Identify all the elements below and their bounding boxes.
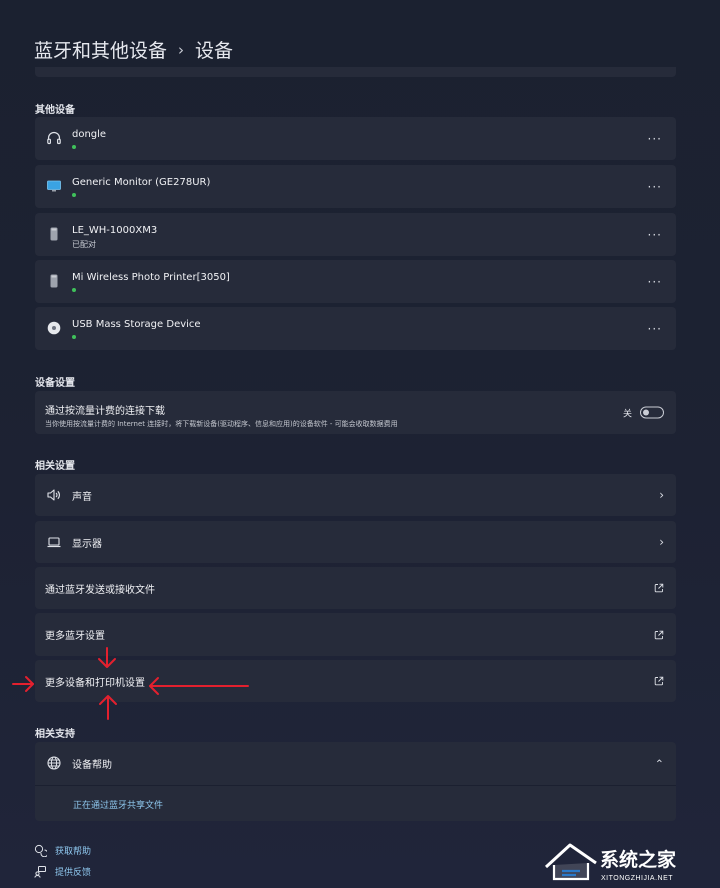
support-links-panel: 正在通过蓝牙共享文件 — [35, 786, 676, 821]
external-link-icon — [654, 583, 664, 593]
related-display[interactable]: 显示器 › — [35, 521, 676, 563]
usb-drive-icon — [45, 319, 63, 337]
status-dot — [72, 145, 76, 149]
watermark-house-icon — [544, 843, 597, 881]
speaker-icon — [45, 486, 63, 504]
toggle-knob — [643, 409, 649, 416]
arrow-left-icon — [149, 677, 249, 695]
status-dot — [72, 288, 76, 292]
arrow-down-icon — [98, 647, 116, 668]
related-bluetooth-file-transfer[interactable]: 通过蓝牙发送或接收文件 — [35, 567, 676, 609]
previous-section-edge — [35, 67, 676, 77]
related-sound-label: 声音 — [72, 491, 92, 503]
feedback-icon — [34, 866, 46, 878]
arrow-right-icon — [12, 676, 34, 692]
chevron-up-icon: ⌃ — [654, 757, 664, 770]
metered-toggle[interactable] — [640, 406, 664, 419]
watermark-brand: 系统之家 — [600, 848, 677, 871]
more-options-button[interactable]: ··· — [648, 180, 662, 194]
footer-get-help[interactable]: 获取帮助 — [34, 844, 91, 857]
watermark-logo: 系统之家 XITONGZHIJIA.NET — [544, 843, 677, 882]
breadcrumb-parent[interactable]: 蓝牙和其他设备 — [34, 36, 167, 63]
feedback-link[interactable]: 提供反馈 — [55, 865, 91, 878]
generic-device-icon — [45, 272, 63, 290]
support-link-sharing-files[interactable]: 正在通过蓝牙共享文件 — [73, 798, 163, 811]
annotation-arrows — [12, 647, 249, 720]
device-name: LE_WH-1000XM3 — [72, 225, 158, 236]
device-row-le-wh-1000xm3[interactable]: LE_WH-1000XM3 已配对 ··· — [35, 213, 676, 256]
device-row-dongle[interactable]: dongle ··· — [35, 117, 676, 160]
page-title: 设备 — [195, 40, 234, 62]
toggle-state-label: 关 — [622, 409, 632, 419]
footer-feedback[interactable]: 提供反馈 — [34, 865, 91, 878]
metered-description: 当你使用按流量计费的 Internet 连接时，将下载新设备(驱动程序、信息和应… — [45, 420, 398, 428]
breadcrumb-separator: › — [178, 40, 185, 59]
more-options-button[interactable]: ··· — [648, 132, 662, 146]
device-name: Mi Wireless Photo Printer[3050] — [72, 272, 230, 283]
generic-device-icon — [45, 225, 63, 243]
support-device-help-expander[interactable]: 设备帮助 ⌃ — [35, 742, 676, 785]
breadcrumb: 蓝牙和其他设备 › 设备 — [34, 36, 233, 63]
device-row-generic-monitor[interactable]: Generic Monitor (GE278UR) ··· — [35, 165, 676, 208]
external-link-icon — [654, 676, 664, 686]
metered-title: 通过按流量计费的连接下载 — [45, 406, 165, 417]
section-title-related-support: 相关支持 — [35, 729, 75, 740]
more-options-button[interactable]: ··· — [648, 322, 662, 336]
device-row-usb-mass-storage[interactable]: USB Mass Storage Device ··· — [35, 307, 676, 350]
related-display-label: 显示器 — [72, 538, 102, 550]
metered-download-setting: 通过按流量计费的连接下载 当你使用按流量计费的 Internet 连接时，将下载… — [35, 391, 676, 434]
laptop-icon — [45, 533, 63, 551]
more-options-button[interactable]: ··· — [648, 275, 662, 289]
more-options-button[interactable]: ··· — [648, 228, 662, 242]
section-title-device-settings: 设备设置 — [35, 378, 75, 389]
status-dot — [72, 335, 76, 339]
external-link-icon — [654, 630, 664, 639]
get-help-link[interactable]: 获取帮助 — [55, 844, 91, 857]
device-status: 已配对 — [72, 240, 96, 249]
watermark-url: XITONGZHIJIA.NET — [601, 875, 673, 882]
section-title-other-devices: 其他设备 — [35, 105, 75, 116]
device-name: dongle — [72, 129, 107, 140]
headphones-icon — [45, 129, 63, 147]
status-dot — [72, 193, 76, 197]
chevron-right-icon: › — [659, 488, 664, 502]
metered-toggle-group: 关 — [623, 406, 664, 419]
arrow-up-icon — [99, 695, 117, 720]
related-sound[interactable]: 声音 › — [35, 474, 676, 516]
help-chat-icon — [34, 844, 47, 857]
support-device-help-label: 设备帮助 — [72, 760, 112, 771]
section-title-related-settings: 相关设置 — [35, 461, 75, 472]
related-bluetooth-file-transfer-label: 通过蓝牙发送或接收文件 — [45, 584, 155, 596]
device-name: Generic Monitor (GE278UR) — [72, 177, 211, 188]
device-row-mi-printer[interactable]: Mi Wireless Photo Printer[3050] ··· — [35, 260, 676, 303]
globe-icon — [45, 754, 63, 772]
device-name: USB Mass Storage Device — [72, 319, 201, 330]
chevron-right-icon: › — [659, 535, 664, 549]
monitor-icon — [45, 177, 63, 195]
